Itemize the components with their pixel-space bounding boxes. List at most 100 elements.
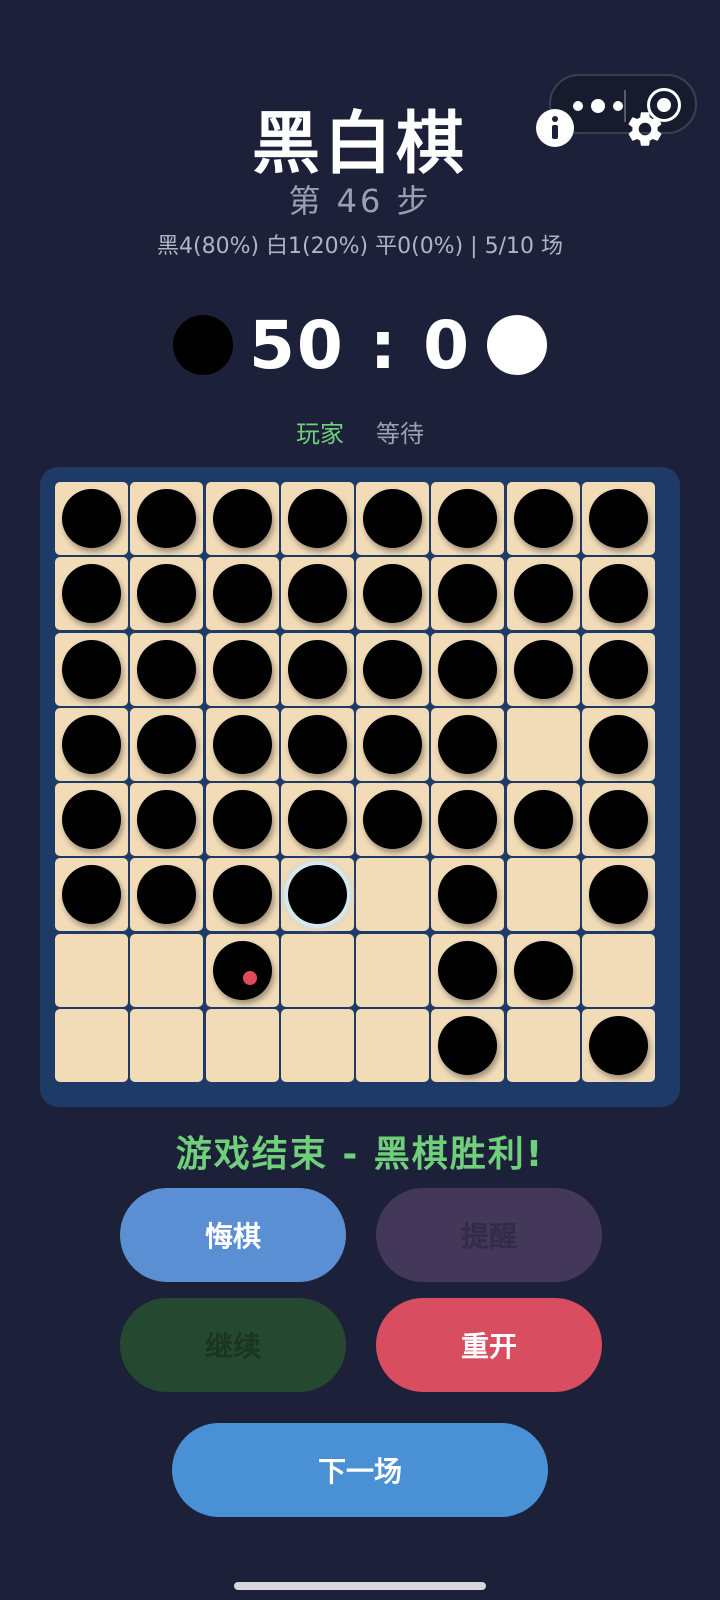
board-cell[interactable] — [506, 783, 580, 856]
board-cell[interactable] — [280, 707, 354, 781]
board-cell[interactable] — [55, 632, 128, 706]
board-cell[interactable] — [130, 482, 204, 555]
board-cell[interactable] — [130, 1008, 204, 1082]
board-cell[interactable] — [205, 632, 279, 706]
board-cell[interactable] — [356, 632, 429, 706]
turn-player-label: 玩家 — [296, 420, 344, 448]
board-cell[interactable] — [581, 557, 655, 631]
black-disc — [438, 489, 498, 548]
board-cell[interactable] — [280, 557, 354, 631]
black-disc — [588, 790, 648, 849]
black-disc — [287, 489, 347, 548]
board-cell[interactable] — [55, 1008, 128, 1082]
board-cell[interactable] — [431, 933, 505, 1007]
hint-button[interactable]: 提醒 — [376, 1188, 602, 1282]
black-disc — [62, 639, 121, 699]
board-cell[interactable] — [130, 783, 204, 856]
black-disc — [287, 639, 347, 699]
board-cell[interactable] — [205, 783, 279, 856]
board-cell[interactable] — [130, 557, 204, 631]
black-disc — [212, 940, 272, 1000]
black-disc — [137, 489, 197, 548]
board-cell[interactable] — [581, 933, 655, 1007]
next-match-button[interactable]: 下一场 — [172, 1423, 548, 1517]
board-cell[interactable] — [205, 482, 279, 555]
home-indicator — [234, 1582, 486, 1590]
board-cell[interactable] — [431, 707, 505, 781]
black-disc — [287, 865, 347, 925]
board-cell[interactable] — [205, 1008, 279, 1082]
game-board — [40, 467, 680, 1107]
board-cell[interactable] — [280, 783, 354, 856]
board-cell[interactable] — [506, 632, 580, 706]
black-disc — [212, 865, 272, 925]
board-cell[interactable] — [431, 557, 505, 631]
board-cell[interactable] — [130, 707, 204, 781]
board-cell[interactable] — [130, 933, 204, 1007]
black-disc — [438, 639, 498, 699]
board-cell[interactable] — [581, 482, 655, 555]
restart-button[interactable]: 重开 — [376, 1298, 602, 1392]
black-disc — [438, 940, 498, 1000]
board-cell[interactable] — [55, 783, 128, 856]
black-disc — [588, 865, 648, 925]
board-cell[interactable] — [55, 707, 128, 781]
board-cell[interactable] — [280, 1008, 354, 1082]
board-cell[interactable] — [431, 632, 505, 706]
board-cell[interactable] — [356, 858, 429, 932]
board-cell[interactable] — [55, 557, 128, 631]
board-cell[interactable] — [205, 557, 279, 631]
board-cell[interactable] — [581, 1008, 655, 1082]
black-disc — [62, 489, 121, 548]
board-cell[interactable] — [581, 707, 655, 781]
board-cell[interactable] — [280, 858, 354, 932]
board-cell[interactable] — [581, 632, 655, 706]
black-disc — [137, 564, 197, 624]
board-cell[interactable] — [356, 707, 429, 781]
board-cell[interactable] — [130, 858, 204, 932]
game-result: 游戏结束 - 黑棋胜利! — [175, 1134, 545, 1175]
board-cell[interactable] — [55, 858, 128, 932]
board-cell[interactable] — [506, 557, 580, 631]
board-cell[interactable] — [205, 707, 279, 781]
board-cell[interactable] — [356, 783, 429, 856]
board-cell[interactable] — [431, 783, 505, 856]
black-disc — [438, 714, 498, 774]
board-cell[interactable] — [205, 858, 279, 932]
board-cell[interactable] — [55, 482, 128, 555]
board-cell[interactable] — [205, 933, 279, 1007]
black-disc — [513, 940, 573, 1000]
board-cell[interactable] — [356, 482, 429, 555]
score-row: 50 : 0 — [0, 305, 720, 385]
board-cell[interactable] — [55, 933, 128, 1007]
board-cell[interactable] — [280, 482, 354, 555]
board-cell[interactable] — [356, 557, 429, 631]
board-cell[interactable] — [431, 482, 505, 555]
black-disc — [513, 489, 573, 548]
board-cell[interactable] — [506, 858, 580, 932]
black-disc — [212, 790, 272, 849]
undo-button[interactable]: 悔棋 — [120, 1188, 346, 1282]
page-title: 黑白棋 — [251, 105, 468, 184]
board-cell[interactable] — [506, 933, 580, 1007]
black-disc — [363, 489, 422, 548]
board-cell[interactable] — [356, 1008, 429, 1082]
board-cell[interactable] — [506, 707, 580, 781]
white-disc-icon — [487, 315, 548, 375]
board-cell[interactable] — [581, 858, 655, 932]
board-cell[interactable] — [431, 1008, 505, 1082]
black-disc — [588, 1015, 648, 1075]
board-cell[interactable] — [356, 933, 429, 1007]
black-disc — [588, 639, 648, 699]
board-cell[interactable] — [506, 482, 580, 555]
black-disc — [438, 790, 498, 849]
board-cell[interactable] — [581, 783, 655, 856]
board-cell[interactable] — [280, 632, 354, 706]
board-cell[interactable] — [431, 858, 505, 932]
black-disc — [588, 489, 648, 548]
board-cell[interactable] — [130, 632, 204, 706]
board-cell[interactable] — [506, 1008, 580, 1082]
black-disc — [363, 639, 422, 699]
board-cell[interactable] — [280, 933, 354, 1007]
continue-button[interactable]: 继续 — [120, 1298, 346, 1392]
